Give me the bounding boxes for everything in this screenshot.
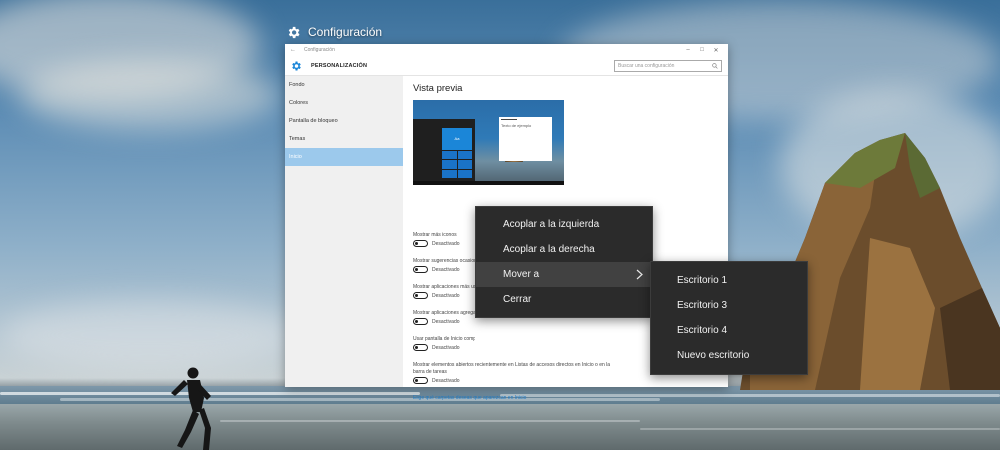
runner-silhouette [171,367,211,450]
sidebar-item-label: Fondo [289,82,305,88]
context-menu: Acoplar a la izquierda Acoplar a la dere… [475,206,653,318]
preview-tile [457,150,472,160]
beach [0,404,1000,450]
option-suggestions: Mostrar sugerencias ocasionalmente en In… [413,258,475,273]
app-title-text: Configuración [308,25,383,39]
preview-tile [457,169,472,178]
sidebar-item-fondo[interactable]: Fondo [285,76,403,94]
submenu-item-new-desktop[interactable]: Nuevo escritorio [651,343,807,368]
app-title: Configuración [286,22,382,42]
preview-tile [442,150,457,160]
maximize-button[interactable]: □ [695,47,709,53]
sidebar-item-label: Pantalla de bloqueo [289,118,338,124]
option-label: Mostrar aplicaciones más usadas [413,284,475,290]
menu-item-close[interactable]: Cerrar [476,287,652,312]
option-full-screen: Usar pantalla de Inicio completa Desacti… [413,336,475,351]
gear-icon [292,61,301,70]
minimize-button[interactable]: – [681,47,695,53]
choose-folders-link[interactable]: Elige qué carpetas deseas que aparezcan … [413,395,526,401]
toggle-state: Desactivado [432,266,460,273]
option-jump-lists: Mostrar elementos abiertos recientemente… [413,362,613,384]
section-title: PERSONALIZACIÓN [311,62,368,69]
preview-taskbar [413,181,564,185]
toggle-switch[interactable] [413,266,428,273]
search-placeholder: Buscar una configuración [618,63,675,69]
menu-item-move-to[interactable]: Mover a [476,262,652,287]
menu-item-snap-left[interactable]: Acoplar a la izquierda [476,212,652,237]
move-to-submenu: Escritorio 1 Escritorio 3 Escritorio 4 N… [650,261,808,375]
menu-item-label: Acoplar a la izquierda [503,219,600,230]
submenu-item-label: Nuevo escritorio [677,350,750,361]
submenu-item-desktop-4[interactable]: Escritorio 4 [651,318,807,343]
toggle-state: Desactivado [432,240,460,247]
submenu-item-desktop-3[interactable]: Escritorio 3 [651,293,807,318]
start-preview: Aa Texto de ejemplo [413,100,564,185]
search-input[interactable]: Buscar una configuración [614,60,722,72]
preview-tile [457,160,472,169]
sidebar-item-label: Inicio [289,154,302,160]
settings-header: PERSONALIZACIÓN Buscar una configuración [285,56,728,76]
gear-icon [288,26,300,38]
sidebar-item-label: Colores [289,100,308,106]
submenu-item-label: Escritorio 4 [677,325,728,336]
back-arrow-icon[interactable]: ← [290,47,300,53]
search-icon[interactable] [712,63,718,69]
sidebar-item-pantalla-de-bloqueo[interactable]: Pantalla de bloqueo [285,112,403,130]
option-label: Mostrar elementos abiertos recientemente… [413,362,611,375]
toggle-state: Desactivado [432,292,460,299]
chevron-right-icon [636,269,643,280]
preview-window-text: Texto de ejemplo [501,123,532,128]
toggle-switch[interactable] [413,240,428,247]
sidebar: Fondo Colores Pantalla de bloqueo Temas … [285,76,403,387]
preview-tile: Aa [442,128,472,150]
toggle-switch[interactable] [413,318,428,325]
toggle-switch[interactable] [413,292,428,299]
toggle-state: Desactivado [432,377,460,384]
option-label: Usar pantalla de Inicio completa [413,336,475,342]
menu-item-snap-right[interactable]: Acoplar a la derecha [476,237,652,262]
option-label: Mostrar aplicaciones agregadas recientem… [413,310,475,316]
option-recently-added: Mostrar aplicaciones agregadas recientem… [413,310,475,325]
toggle-switch[interactable] [413,344,428,351]
sidebar-item-temas[interactable]: Temas [285,130,403,148]
toggle-state: Desactivado [432,344,460,351]
option-label: Mostrar sugerencias ocasionalmente en In… [413,258,475,264]
submenu-item-desktop-1[interactable]: Escritorio 1 [651,268,807,293]
toggle-switch[interactable] [413,377,428,384]
preview-window: Texto de ejemplo [499,117,552,161]
preview-tiles: Aa [442,128,472,178]
sidebar-item-inicio[interactable]: Inicio [285,148,403,166]
menu-item-label: Acoplar a la derecha [503,244,595,255]
preview-tile [442,160,457,169]
window-titlebar[interactable]: ← Configuración – □ ✕ [285,44,728,56]
submenu-item-label: Escritorio 3 [677,300,728,311]
menu-item-label: Cerrar [503,294,532,305]
preview-tile [442,169,457,178]
page-title: Vista previa [413,83,463,94]
submenu-item-label: Escritorio 1 [677,275,728,286]
close-button[interactable]: ✕ [709,47,723,54]
sidebar-item-label: Temas [289,136,306,142]
menu-item-label: Mover a [503,269,540,280]
sidebar-item-colores[interactable]: Colores [285,94,403,112]
toggle-state: Desactivado [432,318,460,325]
window-title: Configuración [304,47,335,53]
option-most-used: Mostrar aplicaciones más usadas Desactiv… [413,284,475,299]
